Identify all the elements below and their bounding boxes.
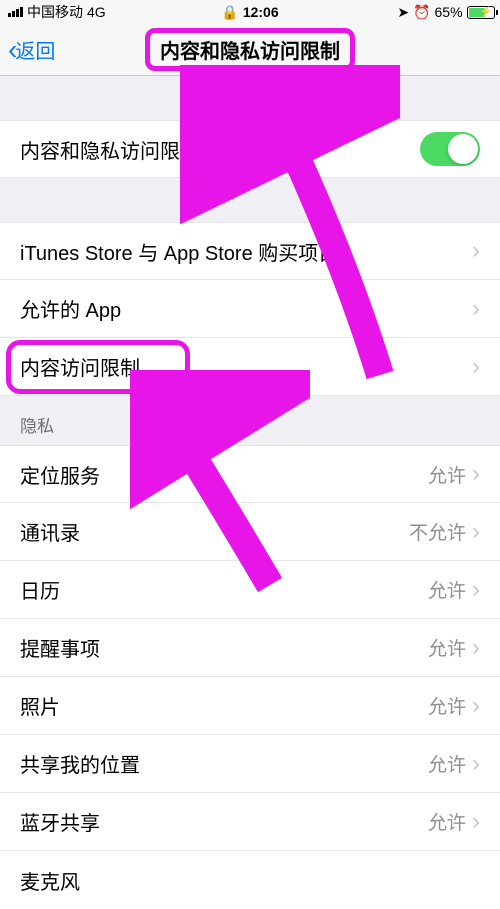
row-value: 允许 xyxy=(428,808,466,835)
chevron-right-icon: › xyxy=(472,750,480,778)
battery-label: 65% xyxy=(435,4,463,20)
time-label: 12:06 xyxy=(243,4,279,20)
chevron-right-icon: › xyxy=(472,237,480,265)
row-label: 允许的 App xyxy=(20,294,466,323)
row-value: 允许 xyxy=(428,576,466,603)
back-label: 返回 xyxy=(15,35,55,64)
network-label: 4G xyxy=(87,4,106,20)
battery-icon: ⚡ xyxy=(467,6,492,19)
row-label: 通讯录 xyxy=(20,517,409,546)
row-label: iTunes Store 与 App Store 购买项目 xyxy=(20,237,466,266)
content-privacy-switch[interactable] xyxy=(420,132,480,166)
location-services-row[interactable]: 定位服务 允许 › xyxy=(0,445,500,503)
back-button[interactable]: ‹ 返回 xyxy=(8,35,55,64)
photos-row[interactable]: 照片 允许 › xyxy=(0,677,500,735)
contacts-row[interactable]: 通讯录 不允许 › xyxy=(0,503,500,561)
row-label: 内容访问限制 xyxy=(20,352,466,381)
alarm-icon: ⏰ xyxy=(413,4,430,21)
microphone-row[interactable]: 麦克风 xyxy=(0,851,500,909)
chevron-right-icon: › xyxy=(472,460,480,488)
row-value: 不允许 xyxy=(409,518,466,545)
chevron-right-icon: › xyxy=(472,353,480,381)
location-icon: ➤ xyxy=(397,4,409,21)
share-location-row[interactable]: 共享我的位置 允许 › xyxy=(0,735,500,793)
chevron-right-icon: › xyxy=(472,692,480,720)
chevron-right-icon: › xyxy=(472,518,480,546)
carrier-label: 中国移动 xyxy=(27,2,83,22)
privacy-section-header: 隐私 xyxy=(0,396,500,445)
row-value: 允许 xyxy=(428,750,466,777)
content-restriction-row[interactable]: 内容访问限制 › xyxy=(0,338,500,396)
status-bar: 中国移动 4G 🔒 12:06 ➤ ⏰ 65% ⚡ xyxy=(0,0,500,24)
chevron-right-icon: › xyxy=(472,576,480,604)
toggle-label: 内容和隐私访问限制 xyxy=(20,135,420,164)
nav-bar: ‹ 返回 内容和隐私访问限制 xyxy=(0,24,500,76)
row-value: 允许 xyxy=(428,461,466,488)
row-value: 允许 xyxy=(428,692,466,719)
row-label: 麦克风 xyxy=(20,866,480,895)
content-privacy-toggle-row: 内容和隐私访问限制 xyxy=(0,120,500,178)
row-label: 共享我的位置 xyxy=(20,749,428,778)
row-label: 照片 xyxy=(20,691,428,720)
calendar-row[interactable]: 日历 允许 › xyxy=(0,561,500,619)
row-label: 日历 xyxy=(20,575,428,604)
row-label: 定位服务 xyxy=(20,460,428,489)
reminders-row[interactable]: 提醒事项 允许 › xyxy=(0,619,500,677)
chevron-right-icon: › xyxy=(472,634,480,662)
lock-icon: 🔒 xyxy=(221,4,238,21)
row-value: 允许 xyxy=(428,634,466,661)
row-label: 蓝牙共享 xyxy=(20,807,428,836)
chevron-right-icon: › xyxy=(472,295,480,323)
bluetooth-sharing-row[interactable]: 蓝牙共享 允许 › xyxy=(0,793,500,851)
chevron-right-icon: › xyxy=(472,808,480,836)
page-title: 内容和隐私访问限制 xyxy=(145,28,355,71)
signal-icon xyxy=(8,7,23,17)
itunes-appstore-row[interactable]: iTunes Store 与 App Store 购买项目 › xyxy=(0,222,500,280)
allowed-apps-row[interactable]: 允许的 App › xyxy=(0,280,500,338)
row-label: 提醒事项 xyxy=(20,633,428,662)
